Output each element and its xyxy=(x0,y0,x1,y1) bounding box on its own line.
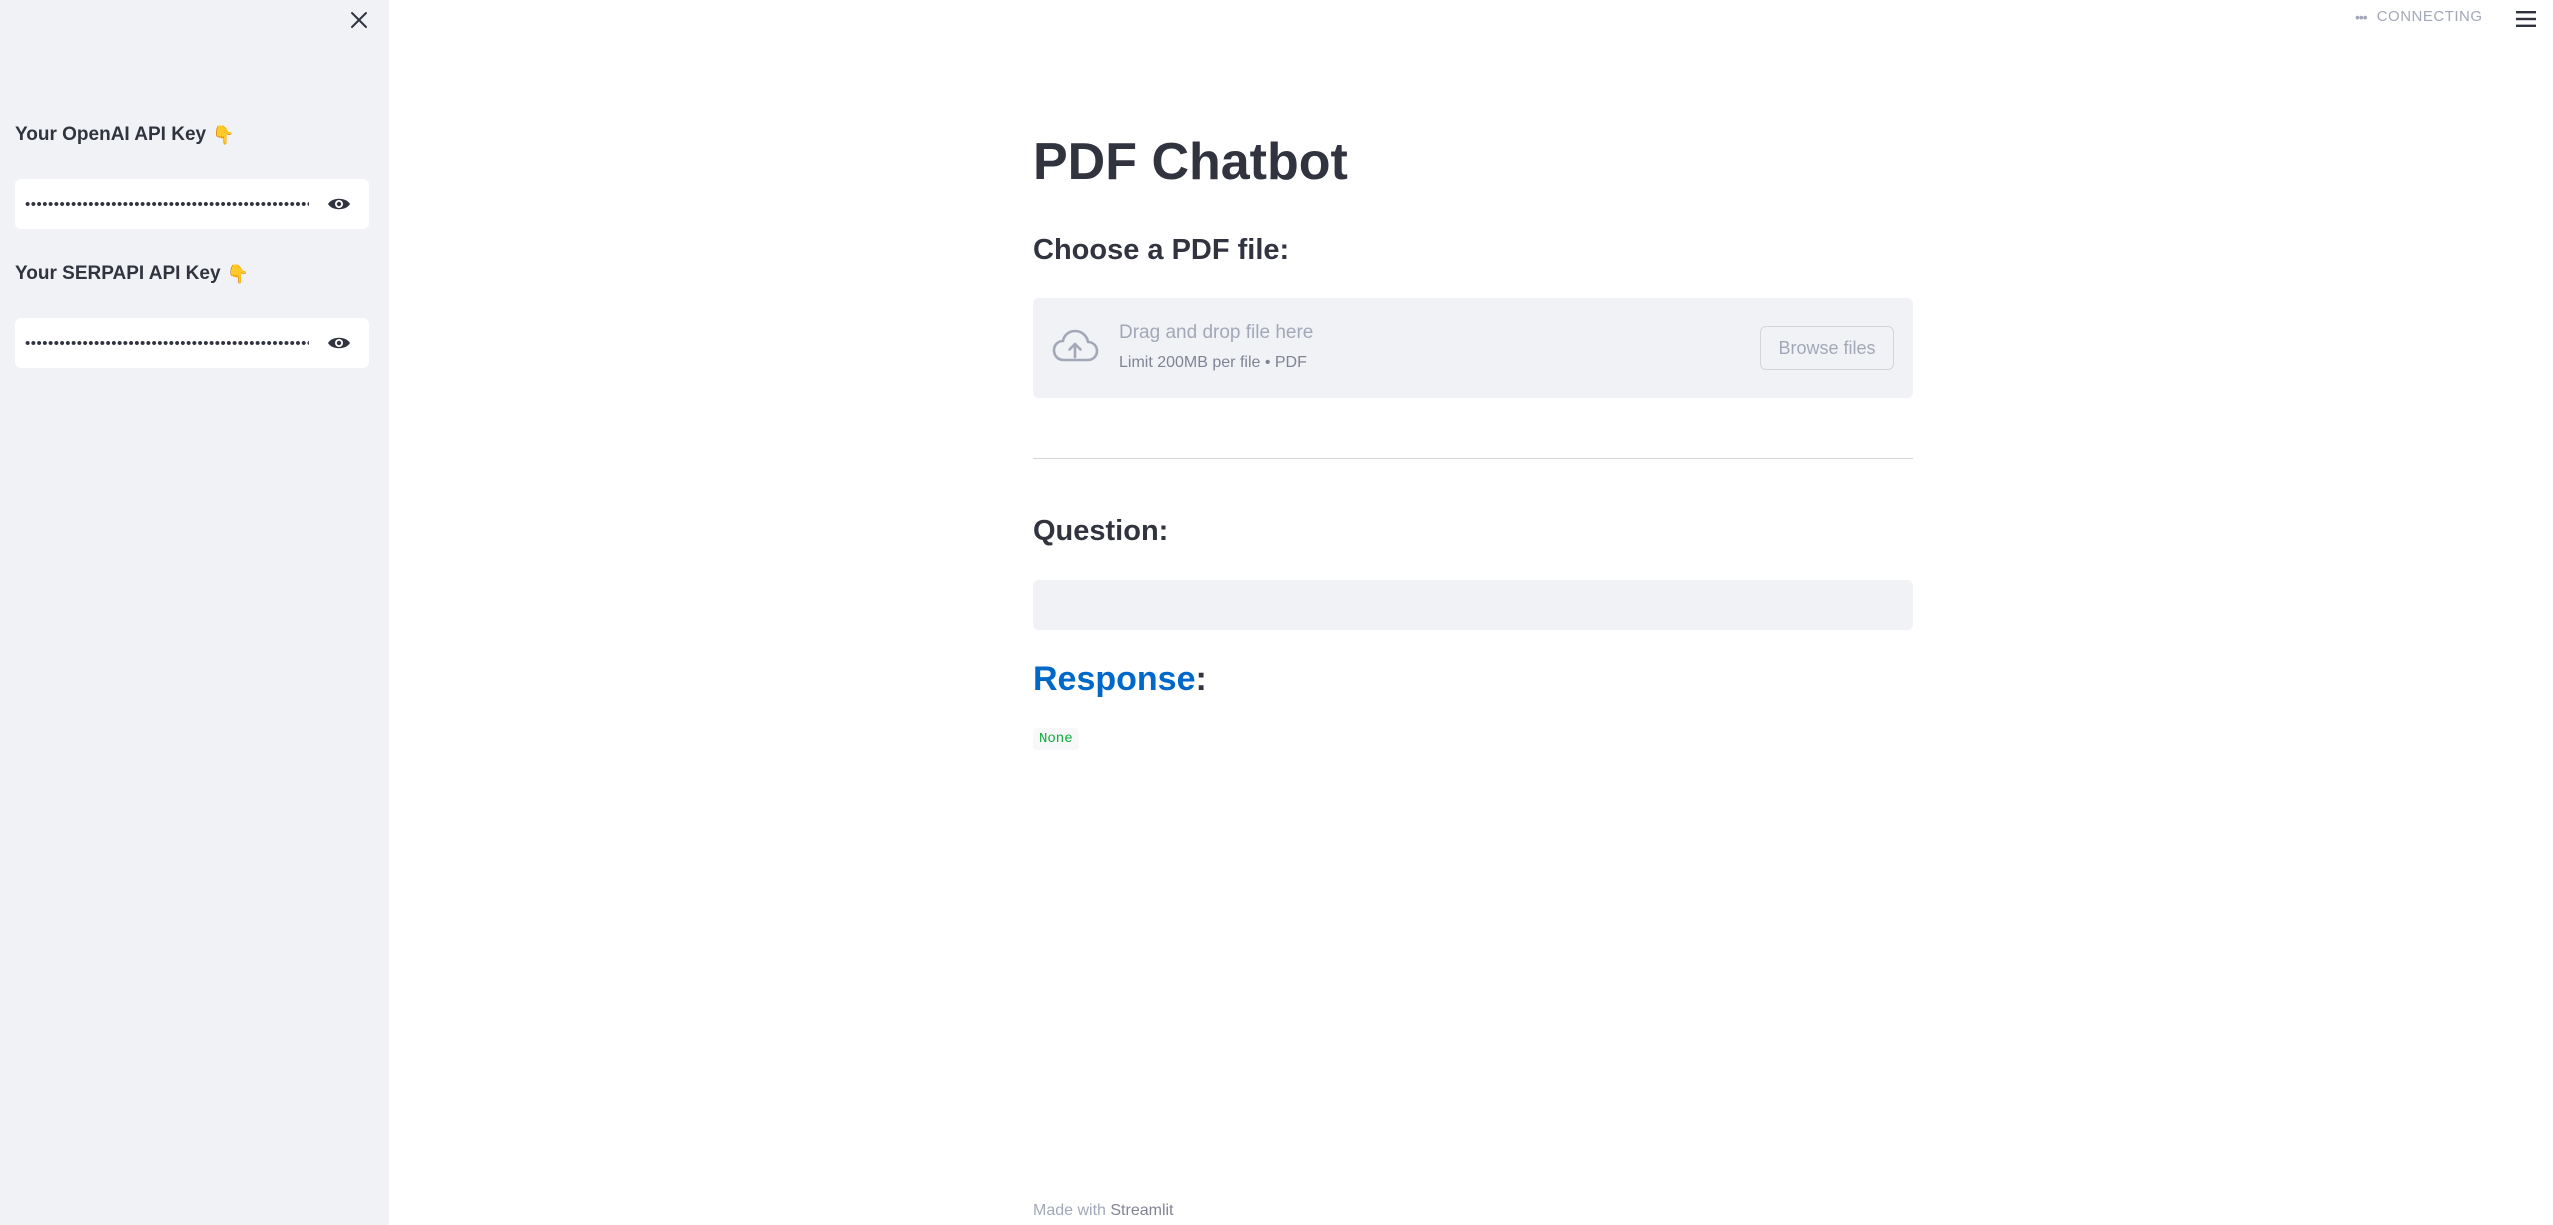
serpapi-key-field[interactable]: ••••••••••••••••••••••••••••••••••••••••… xyxy=(15,318,369,368)
openai-key-label: Your OpenAI API Key 👇 xyxy=(15,124,235,146)
openai-key-label-text: Your OpenAI API Key xyxy=(15,124,207,145)
main-menu-button[interactable] xyxy=(2513,6,2539,32)
sidebar: Your OpenAI API Key 👇 ••••••••••••••••••… xyxy=(0,0,389,1225)
dropzone-limit: Limit 200MB per file • PDF xyxy=(1119,354,1307,371)
hamburger-menu-icon xyxy=(2516,11,2536,27)
serpapi-key-label-text: Your SERPAPI API Key xyxy=(15,263,221,284)
serpapi-key-label: Your SERPAPI API Key 👇 xyxy=(15,263,249,285)
eye-icon xyxy=(328,198,350,210)
eye-icon xyxy=(328,337,350,349)
show-password-button[interactable] xyxy=(309,318,369,368)
serpapi-key-input[interactable]: ••••••••••••••••••••••••••••••••••••••••… xyxy=(15,335,309,352)
footer: Made with Streamlit xyxy=(1033,1202,1174,1220)
browse-files-button[interactable]: Browse files xyxy=(1760,326,1894,370)
response-value: None xyxy=(1033,728,1079,750)
openai-key-field[interactable]: ••••••••••••••••••••••••••••••••••••••••… xyxy=(15,179,369,229)
page-title: PDF Chatbot xyxy=(1033,133,1348,191)
connection-status-text: CONNECTING xyxy=(2376,8,2483,25)
dropzone-title: Drag and drop file here xyxy=(1119,322,1314,343)
footer-prefix: Made with xyxy=(1033,1202,1106,1219)
divider xyxy=(1033,458,1913,459)
close-sidebar-button[interactable] xyxy=(347,8,371,32)
question-input[interactable] xyxy=(1033,580,1913,630)
main-content: PDF Chatbot Choose a PDF file: Drag and … xyxy=(1033,0,1913,1225)
file-dropzone[interactable]: Drag and drop file here Limit 200MB per … xyxy=(1033,298,1913,398)
response-heading: Response: xyxy=(1033,660,1207,699)
response-heading-colon: : xyxy=(1195,660,1207,698)
pointing-down-icon: 👇 xyxy=(212,124,235,145)
more-dots-icon: ••• xyxy=(2355,8,2368,25)
question-heading: Question: xyxy=(1033,515,1169,547)
close-icon xyxy=(351,12,367,28)
upload-heading: Choose a PDF file: xyxy=(1033,234,1290,266)
response-heading-word: Response xyxy=(1033,660,1196,698)
pointing-down-icon: 👇 xyxy=(226,263,249,284)
cloud-upload-icon xyxy=(1052,329,1099,362)
show-password-button[interactable] xyxy=(309,179,369,229)
connection-status: ••• CONNECTING xyxy=(2355,8,2483,25)
streamlit-link[interactable]: Streamlit xyxy=(1110,1202,1173,1219)
openai-key-input[interactable]: ••••••••••••••••••••••••••••••••••••••••… xyxy=(15,196,309,213)
